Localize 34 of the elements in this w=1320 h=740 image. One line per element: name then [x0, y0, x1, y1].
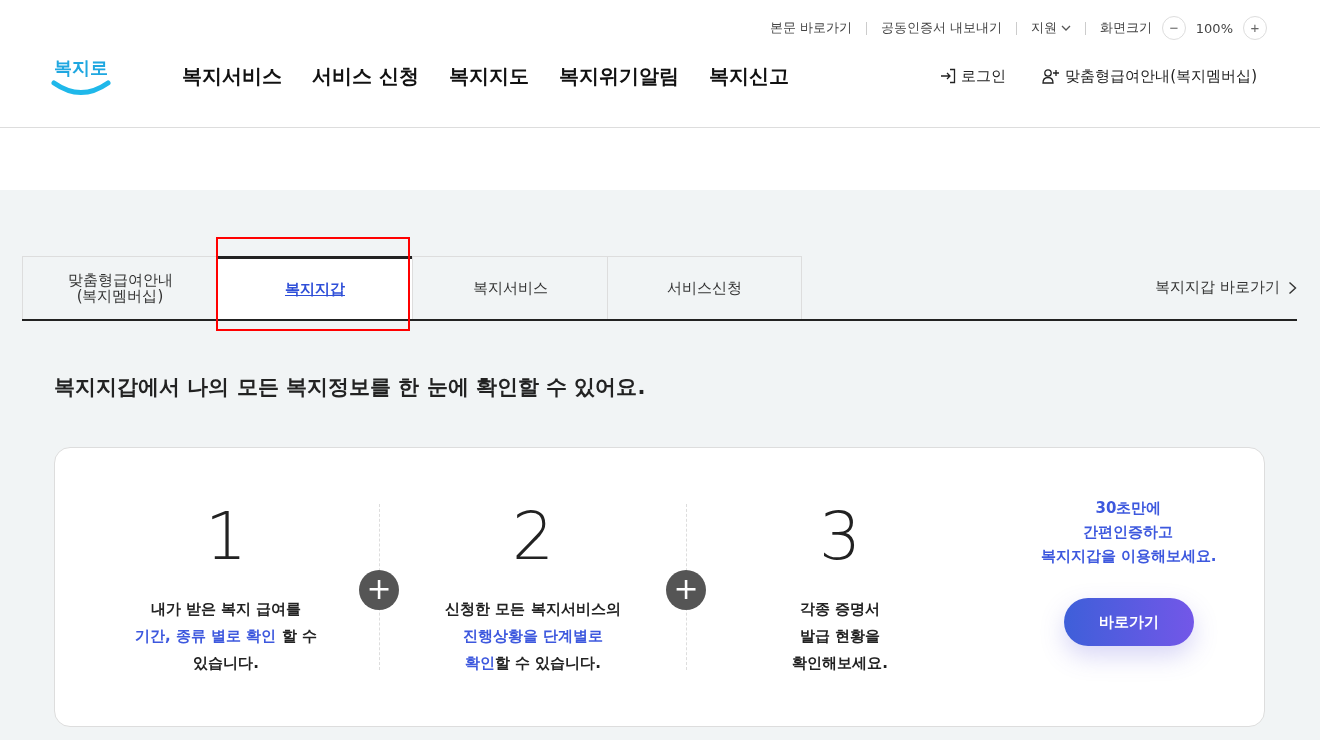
nav-item[interactable]: 복지신고: [708, 62, 789, 90]
nav-item[interactable]: 복지서비스: [182, 62, 282, 90]
plus-icon: +: [666, 570, 706, 610]
nav-item[interactable]: 서비스 신청: [312, 62, 419, 90]
login-link[interactable]: 로그인: [940, 66, 1007, 86]
step-description: 내가 받은 복지 급여를 기간, 종류 별로 확인 할 수 있습니다.: [135, 599, 317, 674]
step-description: 신청한 모든 복지서비스의 진행상황을 단계별로 확인할 수 있습니다.: [445, 599, 621, 674]
heading: 복지지갑에서 나의 모든 복지정보를 한 눈에 확인할 수 있어요.: [54, 374, 647, 401]
membership-link[interactable]: 맞춤형급여안내(복지멤버십): [1042, 66, 1257, 86]
chevron-down-icon: [1060, 24, 1071, 32]
cta-text: 30초만에 간편인증하고 복지지갑을 이용해보세요.: [1040, 498, 1217, 567]
step-description: 각종 증명서 발급 현황을 확인해보세요.: [792, 599, 888, 674]
plus-icon: +: [359, 570, 399, 610]
tab[interactable]: 서비스신청: [607, 256, 802, 319]
nav-item[interactable]: 복지지도: [448, 62, 529, 90]
shortcut-link[interactable]: 복지지갑 바로가기: [1155, 278, 1297, 297]
tab[interactable]: 복지서비스: [412, 256, 607, 319]
zoom-in-button[interactable]: +: [1243, 16, 1267, 40]
zoom-out-button[interactable]: −: [1161, 16, 1186, 40]
login-icon: [940, 68, 957, 84]
util-link[interactable]: 공동인증서 내보내기: [880, 19, 1002, 37]
zoom-label: 화면크기: [1099, 19, 1152, 37]
step-number: 3: [819, 504, 861, 570]
util-link[interactable]: 본문 바로가기: [769, 19, 852, 37]
nav-item[interactable]: 복지위기알림: [558, 62, 679, 90]
tab[interactable]: 맞춤형급여안내 (복지멤버십): [22, 256, 217, 319]
go-button[interactable]: 바로가기: [1063, 598, 1194, 646]
support-dropdown[interactable]: 지원: [1030, 19, 1071, 37]
step-number: 2: [512, 504, 554, 570]
zoom-value: 100%: [1195, 20, 1233, 36]
step-number: 1: [205, 504, 247, 570]
add-user-icon: [1042, 68, 1061, 84]
chevron-right-icon: [1288, 280, 1297, 295]
tab[interactable]: 복지지갑: [217, 256, 412, 319]
